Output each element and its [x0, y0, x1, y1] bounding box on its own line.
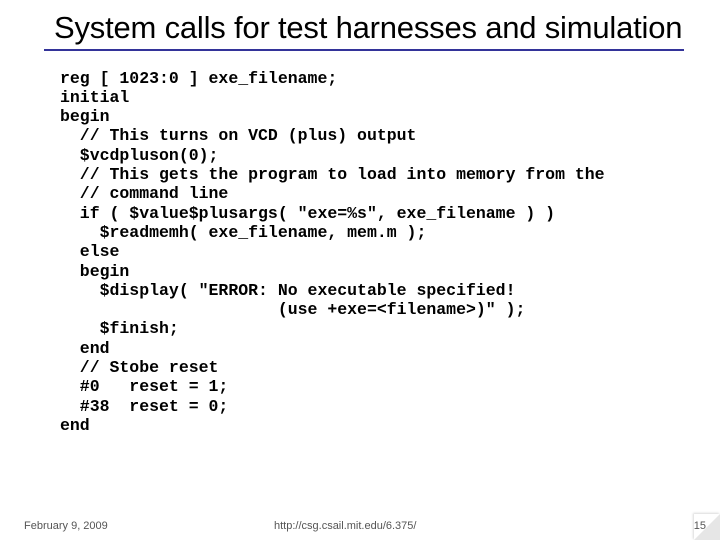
footer-url: http://csg.csail.mit.edu/6.375/ [274, 520, 416, 532]
page-curl-icon [692, 512, 720, 540]
slide: System calls for test harnesses and simu… [0, 0, 720, 540]
slide-title: System calls for test harnesses and simu… [54, 10, 684, 47]
code-listing: reg [ 1023:0 ] exe_filename; initial beg… [60, 69, 674, 436]
title-area: System calls for test harnesses and simu… [54, 10, 684, 51]
title-underline [44, 49, 684, 51]
footer-date: February 9, 2009 [24, 520, 108, 532]
